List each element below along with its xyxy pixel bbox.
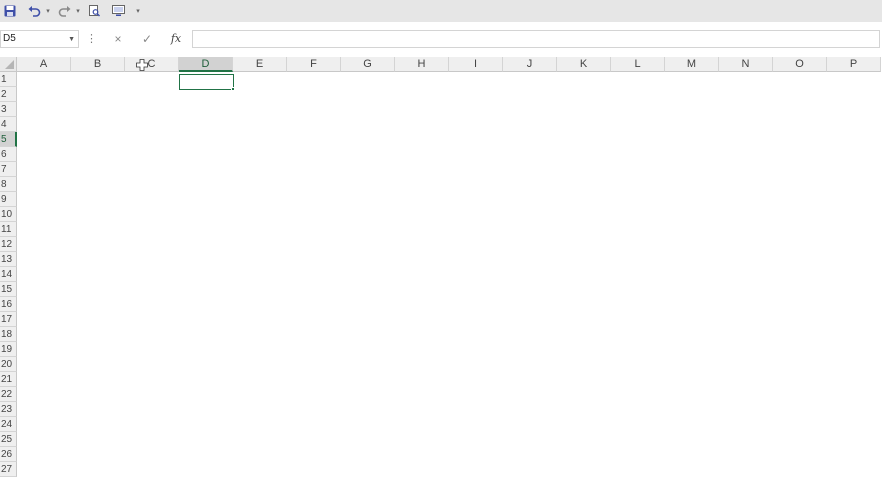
insert-function-button[interactable]: fx	[165, 31, 187, 47]
select-all-corner[interactable]	[0, 57, 17, 72]
name-box-value: D5	[3, 33, 16, 44]
row-header-18[interactable]: 18	[0, 327, 17, 342]
column-header-i[interactable]: I	[449, 57, 503, 72]
column-header-g[interactable]: G	[341, 57, 395, 72]
column-header-m[interactable]: M	[665, 57, 719, 72]
column-header-h[interactable]: H	[395, 57, 449, 72]
formula-input[interactable]	[192, 30, 880, 48]
row-header-16[interactable]: 16	[0, 297, 17, 312]
formula-bar: D5 ▼ ⋮ × ✓ fx	[0, 28, 882, 50]
row-header-1[interactable]: 1	[0, 72, 17, 87]
row-header-10[interactable]: 10	[0, 207, 17, 222]
screen-icon[interactable]	[110, 3, 126, 19]
column-header-j[interactable]: J	[503, 57, 557, 72]
column-header-o[interactable]: O	[773, 57, 827, 72]
row-header-11[interactable]: 11	[0, 222, 17, 237]
column-header-n[interactable]: N	[719, 57, 773, 72]
row-header-27[interactable]: 27	[0, 462, 17, 477]
row-header-17[interactable]: 17	[0, 312, 17, 327]
row-header-13[interactable]: 13	[0, 252, 17, 267]
row-header-12[interactable]: 12	[0, 237, 17, 252]
row-header-22[interactable]: 22	[0, 387, 17, 402]
row-header-25[interactable]: 25	[0, 432, 17, 447]
row-header-21[interactable]: 21	[0, 372, 17, 387]
row-header-6[interactable]: 6	[0, 147, 17, 162]
row-header-24[interactable]: 24	[0, 417, 17, 432]
row-header-26[interactable]: 26	[0, 447, 17, 462]
fill-handle[interactable]	[231, 87, 235, 91]
row-header-7[interactable]: 7	[0, 162, 17, 177]
column-header-l[interactable]: L	[611, 57, 665, 72]
print-preview-icon[interactable]	[86, 3, 102, 19]
row-header-5[interactable]: 5	[0, 132, 17, 147]
name-box[interactable]: D5 ▼	[0, 30, 79, 48]
column-header-a[interactable]: A	[17, 57, 71, 72]
row-header-15[interactable]: 15	[0, 282, 17, 297]
column-header-p[interactable]: P	[827, 57, 881, 72]
more-options-icon[interactable]: ⋮	[86, 31, 97, 47]
enter-button[interactable]: ✓	[136, 31, 158, 47]
row-header-20[interactable]: 20	[0, 357, 17, 372]
column-header-f[interactable]: F	[287, 57, 341, 72]
row-header-2[interactable]: 2	[0, 87, 17, 102]
row-header-3[interactable]: 3	[0, 102, 17, 117]
save-icon[interactable]	[2, 3, 18, 19]
quick-access-toolbar: ▾ ▾ ▾	[0, 0, 882, 22]
column-header-b[interactable]: B	[71, 57, 125, 72]
column-header-k[interactable]: K	[557, 57, 611, 72]
undo-dropdown-icon[interactable]: ▾	[44, 3, 52, 19]
row-header-14[interactable]: 14	[0, 267, 17, 282]
row-header-19[interactable]: 19	[0, 342, 17, 357]
cell-cursor-icon	[136, 59, 148, 71]
column-header-e[interactable]: E	[233, 57, 287, 72]
chevron-down-icon[interactable]: ▼	[68, 32, 75, 48]
column-header-d[interactable]: D	[179, 57, 233, 72]
row-header-4[interactable]: 4	[0, 117, 17, 132]
row-header-9[interactable]: 9	[0, 192, 17, 207]
cancel-button[interactable]: ×	[107, 31, 129, 47]
customize-toolbar-icon[interactable]: ▾	[134, 3, 142, 19]
redo-icon[interactable]	[56, 3, 72, 19]
undo-icon[interactable]	[26, 3, 42, 19]
row-header-8[interactable]: 8	[0, 177, 17, 192]
column-header-c[interactable]: C	[125, 57, 179, 72]
redo-dropdown-icon[interactable]: ▾	[74, 3, 82, 19]
active-cell-d5[interactable]	[179, 74, 234, 90]
spreadsheet-grid[interactable]: A B C D E F G H I J K L M N O P 1 2 3 4 5 6 7 8 9 10 11 12 13 14 15 16 1…	[0, 57, 882, 479]
select-all-icon	[5, 60, 14, 69]
row-header-23[interactable]: 23	[0, 402, 17, 417]
